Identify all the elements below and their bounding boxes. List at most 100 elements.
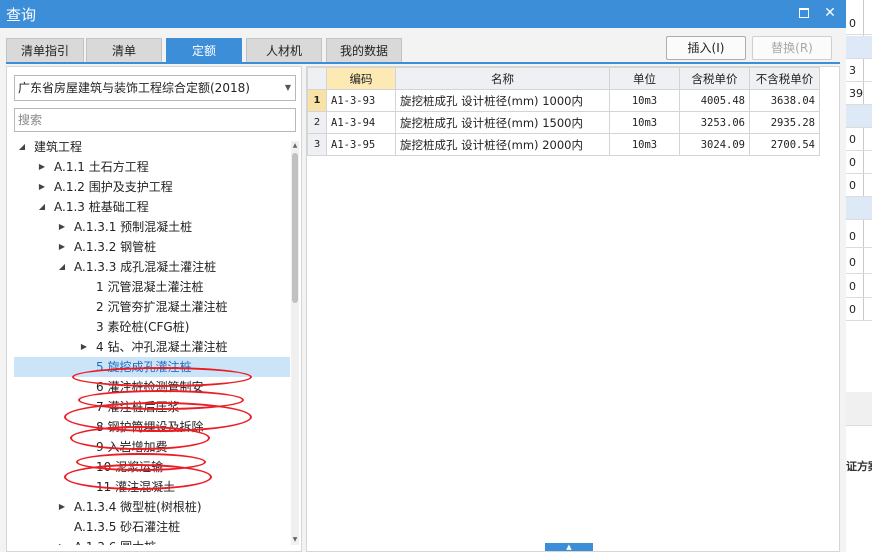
tree-node-label: 5 旋挖成孔灌注桩 xyxy=(96,360,192,374)
tab-quota[interactable]: 定额 xyxy=(166,38,242,62)
tree-node[interactable]: ◢ A.1.3 桩基础工程 xyxy=(14,197,290,217)
tree-node[interactable]: ▶ A.1.3.1 预制混凝土桩 xyxy=(14,217,290,237)
expand-arrow-icon[interactable]: ▶ xyxy=(56,217,68,237)
tree-node[interactable]: ▶ A.1.2 围护及支护工程 xyxy=(14,177,290,197)
quota-code[interactable]: A1-3-95 xyxy=(326,133,396,156)
background-cell: 3 xyxy=(846,59,872,82)
header-name[interactable]: 名称 xyxy=(395,67,610,90)
tree-node[interactable]: ▶ A.1.3.2 钢管桩 xyxy=(14,237,290,257)
chevron-down-icon: ▼ xyxy=(284,83,291,92)
search-input[interactable] xyxy=(14,108,296,132)
tab-list-guide[interactable]: 清单指引 xyxy=(6,38,84,62)
row-number: 1 xyxy=(307,89,327,112)
tree-node-label: 10 泥浆运输 xyxy=(96,460,164,474)
maximize-icon xyxy=(799,8,809,18)
quota-tree-panel: 广东省房屋建筑与装饰工程综合定额(2018) ▼ ◢ 建筑工程 ▶ A.1.1 … xyxy=(6,66,302,552)
expand-arrow-icon[interactable]: ▶ xyxy=(56,537,68,545)
tree-node[interactable]: A.1.3.5 砂石灌注桩 xyxy=(14,517,290,537)
close-icon: ✕ xyxy=(824,5,836,21)
tab-bill[interactable]: 清单 xyxy=(86,38,162,62)
header-unit[interactable]: 单位 xyxy=(609,67,680,90)
background-panel xyxy=(846,392,872,426)
price-with-tax[interactable]: 3253.06 xyxy=(679,111,750,134)
table-row[interactable]: 2 A1-3-94 旋挖桩成孔 设计桩径(mm) 1500内 10m3 3253… xyxy=(307,111,820,134)
tree-node[interactable]: 1 沉管混凝土灌注桩 xyxy=(14,277,290,297)
expand-arrow-icon[interactable]: ▶ xyxy=(78,337,90,357)
title-bar: 查询 ✕ xyxy=(0,0,846,28)
header-row-number xyxy=(307,67,327,90)
expand-arrow-icon[interactable]: ▶ xyxy=(36,157,48,177)
scrollbar-thumb[interactable] xyxy=(292,153,298,303)
tree-node[interactable]: 8 钢护筒埋设及拆除 xyxy=(14,417,290,437)
tree-node[interactable]: 3 素砼桩(CFG桩) xyxy=(14,317,290,337)
tree-scrollbar[interactable]: ▲ ▼ xyxy=(291,141,299,545)
tree-node[interactable]: ▶ A.1.3.6 圆木桩 xyxy=(14,537,290,545)
quota-tree: ◢ 建筑工程 ▶ A.1.1 土石方工程 ▶ A.1.2 围护及支护工程 ◢ A… xyxy=(14,137,290,545)
price-with-tax[interactable]: 4005.48 xyxy=(679,89,750,112)
row-number: 2 xyxy=(307,111,327,134)
background-cell: 0 xyxy=(846,225,872,248)
price-without-tax[interactable]: 3638.04 xyxy=(749,89,820,112)
collapse-arrow-icon[interactable]: ◢ xyxy=(16,137,28,157)
quota-code[interactable]: A1-3-93 xyxy=(326,89,396,112)
tree-node[interactable]: ◢ 建筑工程 xyxy=(14,137,290,157)
price-with-tax[interactable]: 3024.09 xyxy=(679,133,750,156)
quota-results-table: 编码 名称 单位 含税单价 不含税单价 1 A1-3-93 旋挖桩成孔 设计桩径… xyxy=(307,67,820,156)
quota-unit[interactable]: 10m3 xyxy=(609,133,680,156)
expand-arrow-icon[interactable]: ▶ xyxy=(56,237,68,257)
quota-name[interactable]: 旋挖桩成孔 设计桩径(mm) 2000内 xyxy=(395,133,610,156)
expand-arrow-icon[interactable]: ▶ xyxy=(36,177,48,197)
tree-node-label: A.1.3.3 成孔混凝土灌注桩 xyxy=(74,260,217,274)
tree-node-label: A.1.2 围护及支护工程 xyxy=(54,180,173,194)
tree-node[interactable]: ◢ A.1.3.3 成孔混凝土灌注桩 xyxy=(14,257,290,277)
tree-node[interactable]: 9 入岩增加费 xyxy=(14,437,290,457)
tree-node-label: 7 灌注桩后压浆 xyxy=(96,400,180,414)
tree-node-label: 6 灌注桩检测管制安 xyxy=(96,380,204,394)
header-price-without-tax[interactable]: 不含税单价 xyxy=(749,67,820,90)
quota-results-panel: 编码 名称 单位 含税单价 不含税单价 1 A1-3-93 旋挖桩成孔 设计桩径… xyxy=(306,66,840,552)
collapse-arrow-icon[interactable]: ◢ xyxy=(56,257,68,277)
scroll-up-icon[interactable]: ▲ xyxy=(291,141,299,151)
tree-node[interactable]: 2 沉管夯扩混凝土灌注桩 xyxy=(14,297,290,317)
tree-node[interactable]: ▶ A.1.3.4 微型桩(树根桩) xyxy=(14,497,290,517)
tree-node-label: A.1.1 土石方工程 xyxy=(54,160,149,174)
tree-node[interactable]: 6 灌注桩检测管制安 xyxy=(14,377,290,397)
query-dialog: 清单指引 清单 定额 人材机 我的数据 插入(I) 替换(R) 广东省房屋建筑与… xyxy=(0,28,846,552)
tab-labor-materials[interactable]: 人材机 xyxy=(246,38,322,62)
tree-node[interactable]: 11 灌注混凝土 xyxy=(14,477,290,497)
close-button[interactable]: ✕ xyxy=(822,5,838,21)
background-app-strip: 0 3 39 0 0 0 0 0 0 0 证方案 xyxy=(846,0,872,552)
panel-splitter-handle[interactable]: ▲ xyxy=(545,543,593,551)
expand-arrow-icon[interactable]: ▶ xyxy=(56,497,68,517)
tree-node[interactable]: ▶ A.1.1 土石方工程 xyxy=(14,157,290,177)
table-row[interactable]: 3 A1-3-95 旋挖桩成孔 设计桩径(mm) 2000内 10m3 3024… xyxy=(307,133,820,156)
tree-node[interactable]: ▶ 4 钻、冲孔混凝土灌注桩 xyxy=(14,337,290,357)
tab-underline xyxy=(6,62,840,64)
tree-node-label: 8 钢护筒埋设及拆除 xyxy=(96,420,204,434)
tree-node-label: 11 灌注混凝土 xyxy=(96,480,176,494)
header-price-with-tax[interactable]: 含税单价 xyxy=(679,67,750,90)
quota-library-select[interactable]: 广东省房屋建筑与装饰工程综合定额(2018) ▼ xyxy=(14,75,296,101)
price-without-tax[interactable]: 2700.54 xyxy=(749,133,820,156)
collapse-arrow-icon[interactable]: ◢ xyxy=(36,197,48,217)
background-cell: 0 xyxy=(846,298,872,321)
tree-node-label: 3 素砼桩(CFG桩) xyxy=(96,320,190,334)
quota-code[interactable]: A1-3-94 xyxy=(326,111,396,134)
tree-node-label: 建筑工程 xyxy=(34,140,83,154)
price-without-tax[interactable]: 2935.28 xyxy=(749,111,820,134)
quota-unit[interactable]: 10m3 xyxy=(609,111,680,134)
insert-button[interactable]: 插入(I) xyxy=(666,36,746,60)
quota-name[interactable]: 旋挖桩成孔 设计桩径(mm) 1500内 xyxy=(395,111,610,134)
quota-name[interactable]: 旋挖桩成孔 设计桩径(mm) 1000内 xyxy=(395,89,610,112)
tab-my-data[interactable]: 我的数据 xyxy=(326,38,402,62)
tree-node-selected[interactable]: 5 旋挖成孔灌注桩 xyxy=(14,357,290,377)
tree-node[interactable]: 7 灌注桩后压浆 xyxy=(14,397,290,417)
table-row[interactable]: 1 A1-3-93 旋挖桩成孔 设计桩径(mm) 1000内 10m3 4005… xyxy=(307,89,820,112)
header-code[interactable]: 编码 xyxy=(326,67,396,90)
tree-node[interactable]: 10 泥浆运输 xyxy=(14,457,290,477)
scroll-down-icon[interactable]: ▼ xyxy=(291,535,299,545)
quota-unit[interactable]: 10m3 xyxy=(609,89,680,112)
tree-node-label: A.1.3.5 砂石灌注桩 xyxy=(74,520,181,534)
replace-button[interactable]: 替换(R) xyxy=(752,36,832,60)
maximize-button[interactable] xyxy=(796,5,812,21)
